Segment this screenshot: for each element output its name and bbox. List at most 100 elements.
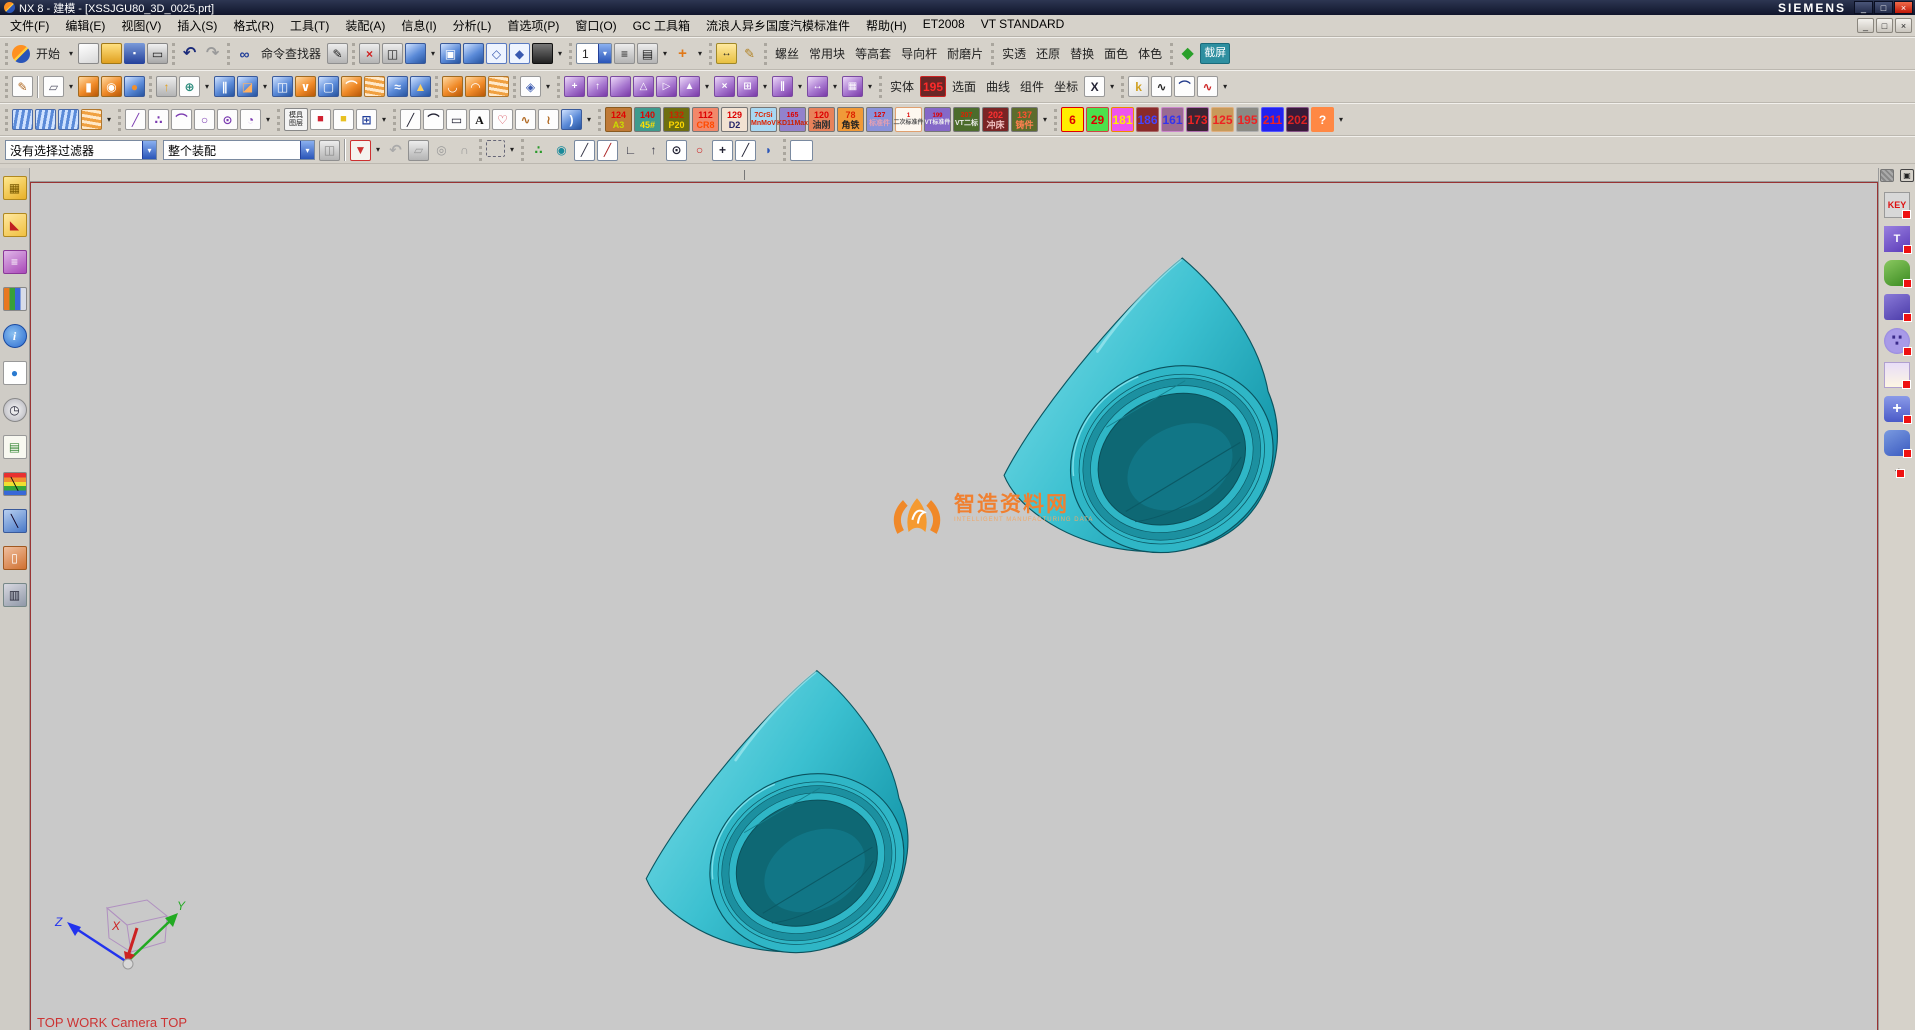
group-caret[interactable]: ▾ — [865, 76, 875, 97]
point-set-icon[interactable]: ∴ — [148, 109, 169, 130]
replace-face-icon[interactable]: ▷ — [656, 76, 677, 97]
mat-165-kd11max[interactable]: 165KD11Max — [779, 107, 806, 132]
selection-scope-select[interactable]: 整个装配 — [163, 140, 315, 160]
extrude-icon[interactable]: ▮ — [78, 76, 99, 97]
arc-center-icon[interactable]: ◔ — [240, 109, 261, 130]
key-document-icon[interactable]: k — [1128, 76, 1149, 97]
curve-button[interactable]: 曲线 — [982, 76, 1014, 97]
shell-icon[interactable]: ▢ — [318, 76, 339, 97]
text-icon[interactable]: A — [469, 109, 490, 130]
new-file-icon[interactable] — [78, 43, 99, 64]
surface-caret[interactable]: ▾ — [104, 109, 114, 130]
snap-to-solid-icon[interactable] — [790, 140, 813, 161]
mat-132-p20[interactable]: 132P20 — [663, 107, 690, 132]
body-color-button[interactable]: 体色 — [1134, 43, 1166, 64]
mid-point-icon[interactable]: ╱ — [597, 140, 618, 161]
interference-solid-icon[interactable]: ■ — [310, 109, 331, 130]
close-window-icon[interactable]: × — [359, 43, 380, 64]
menu-preferences[interactable]: 首选项(P) — [499, 15, 567, 36]
constraint-navigator-icon[interactable]: ◣ — [3, 213, 27, 237]
move-face-icon[interactable]: + — [564, 76, 585, 97]
screw-button[interactable]: 螺丝 — [771, 43, 803, 64]
nx-logo-icon[interactable] — [12, 45, 30, 63]
swivel-template-button[interactable] — [1884, 430, 1910, 456]
end-point-icon[interactable]: ╱ — [574, 140, 595, 161]
datum-plane-icon[interactable]: ▱ — [43, 76, 64, 97]
boolean-caret[interactable]: ▾ — [202, 76, 212, 97]
component-button[interactable]: 组件 — [1016, 76, 1048, 97]
bounding-body-icon[interactable]: ■ — [333, 109, 354, 130]
undo-icon[interactable]: ↶ — [179, 43, 200, 64]
existing-point-icon[interactable]: + — [712, 140, 733, 161]
mat-78-jiaotie[interactable]: 78角铁 — [837, 107, 864, 132]
system-materials-icon[interactable]: ▤ — [3, 435, 27, 459]
point-on-curve-icon[interactable]: ╱ — [735, 140, 756, 161]
csys-button[interactable]: 坐标 — [1050, 76, 1082, 97]
command-finder-button[interactable]: 命令查找器 — [257, 43, 325, 64]
menu-format[interactable]: 格式(R) — [225, 15, 282, 36]
screenshot-button[interactable]: 截屏 — [1200, 43, 1230, 64]
project-curve-icon[interactable]: ∿ — [515, 109, 536, 130]
start-menu-button[interactable]: 开始 — [32, 43, 64, 64]
layer-settings-icon[interactable]: ≡ — [614, 43, 635, 64]
punch-template-button[interactable]: T — [1884, 226, 1910, 252]
layer-6-button[interactable]: 6 — [1061, 107, 1084, 132]
shaded-with-edges-icon[interactable] — [405, 43, 426, 64]
menu-window[interactable]: 窗口(O) — [567, 15, 624, 36]
snap-eraser-icon[interactable]: ▱ — [408, 140, 429, 161]
solid-type-button[interactable]: 实体 — [886, 76, 918, 97]
layer-caret[interactable]: ▾ — [1336, 109, 1346, 130]
resize-blend-icon[interactable]: ▲ — [679, 76, 700, 97]
render-style-icon[interactable]: ◫ — [382, 43, 403, 64]
hole-icon[interactable]: ● — [124, 76, 145, 97]
layer-125-button[interactable]: 125 — [1211, 107, 1234, 132]
mat-207-vt2[interactable]: 207VT二标 — [953, 107, 980, 132]
redo-icon[interactable]: ↷ — [202, 43, 223, 64]
maximize-view-icon[interactable]: ▣ — [1900, 169, 1914, 182]
height-sleeve-button[interactable]: 等高套 — [851, 43, 895, 64]
filter-caret[interactable]: ▾ — [373, 140, 383, 161]
smooth-spline-icon[interactable]: ∿ — [1197, 76, 1218, 97]
mat-137-zhujian[interactable]: 137铸件 — [1011, 107, 1038, 132]
mat-112-cr8[interactable]: 112CR8 — [692, 107, 719, 132]
split-body-icon[interactable]: ◫ — [272, 76, 293, 97]
edge-blend-icon[interactable]: ⌒ — [341, 76, 362, 97]
mat-124-a3[interactable]: 124A3 — [605, 107, 632, 132]
datum-caret[interactable]: ▾ — [66, 76, 76, 97]
mat-1-erci-biaozhunjian[interactable]: 1二次标准件 — [895, 107, 922, 132]
menu-view[interactable]: 视图(V) — [113, 15, 169, 36]
circle-center-icon[interactable]: ⊙ — [217, 109, 238, 130]
roles-icon[interactable]: ▯ — [3, 546, 27, 570]
lasso-caret[interactable]: ▾ — [507, 140, 517, 161]
through-curves-icon[interactable] — [35, 109, 56, 130]
snap-point-icon[interactable]: ∴ — [528, 140, 549, 161]
reuse-library-icon[interactable] — [3, 287, 27, 311]
circle-dashed-icon[interactable]: ○ — [194, 109, 215, 130]
layer-195-button[interactable]: 195 — [1236, 107, 1259, 132]
pattern-feature-icon[interactable]: ∥ — [214, 76, 235, 97]
menu-vt-standard[interactable]: VT STANDARD — [973, 15, 1073, 36]
save-icon[interactable]: ▪ — [124, 43, 145, 64]
offset-face-icon[interactable]: ▲ — [410, 76, 431, 97]
restore-color-button[interactable]: 还原 — [1032, 43, 1064, 64]
close-button[interactable]: × — [1894, 1, 1913, 14]
mirror-face-icon[interactable]: ∥ — [772, 76, 793, 97]
render-caret[interactable]: ▾ — [555, 43, 565, 64]
capture-icon[interactable]: ∩ — [454, 140, 475, 161]
print-icon[interactable]: ▭ — [147, 43, 168, 64]
copy-object-icon[interactable]: ⊞ — [356, 109, 377, 130]
scene-effects-icon[interactable]: ╲ — [3, 509, 27, 533]
mat-7crsi-mnmov[interactable]: 7CrSiMnMoV — [750, 107, 777, 132]
layer-caret[interactable]: ▾ — [660, 43, 670, 64]
menu-custom-standard-parts[interactable]: 流浪人异乡国度汽模标准件 — [698, 15, 858, 36]
layer-211-button[interactable]: 211 — [1261, 107, 1284, 132]
child-restore-button[interactable]: □ — [1876, 18, 1893, 33]
layer-161-button[interactable]: 161 — [1161, 107, 1184, 132]
menu-assemblies[interactable]: 装配(A) — [337, 15, 393, 36]
xdim-caret[interactable]: ▾ — [1107, 76, 1117, 97]
mat-120-yougang[interactable]: 120油刚 — [808, 107, 835, 132]
vertex-point-icon[interactable]: ↑ — [643, 140, 664, 161]
sew-icon[interactable]: ≈ — [387, 76, 408, 97]
offset-region-icon[interactable] — [610, 76, 631, 97]
blend-curve-icon[interactable]: ⌒ — [1174, 76, 1195, 97]
